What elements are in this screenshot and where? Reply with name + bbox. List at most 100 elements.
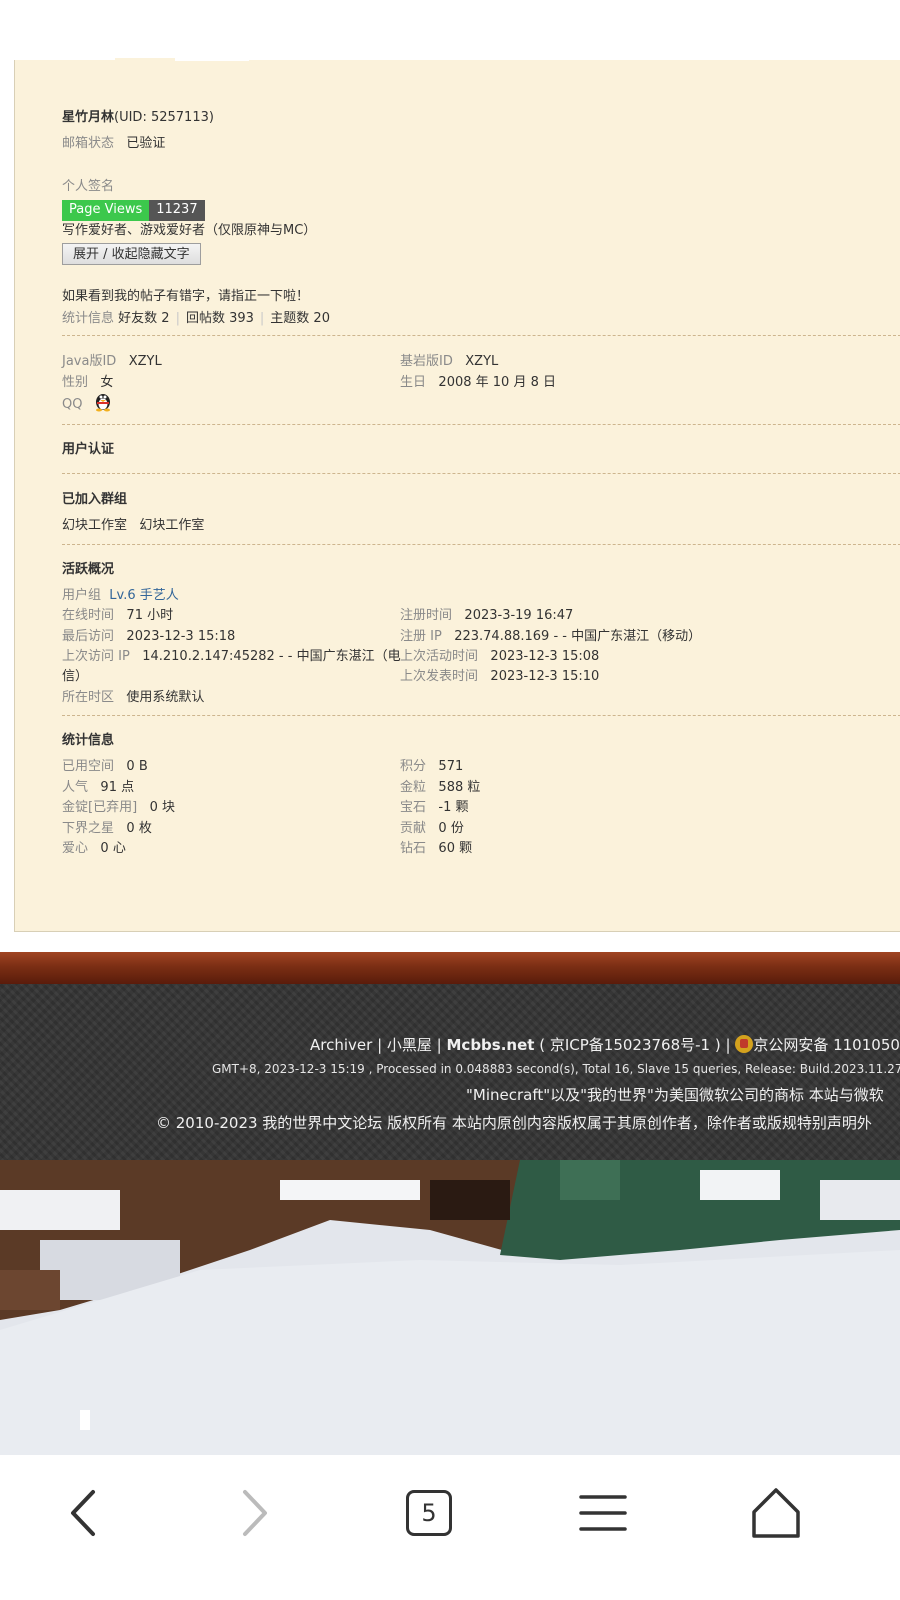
toggle-hidden-text-button[interactable]: 展开 / 收起隐藏文字 xyxy=(62,243,201,265)
qq-penguin-icon[interactable] xyxy=(93,390,113,416)
divider xyxy=(62,335,900,336)
usergroup-label: 用户组 xyxy=(62,588,102,603)
home-button[interactable] xyxy=(731,1475,821,1550)
usergroup-link[interactable]: Lv.6 手艺人 xyxy=(109,588,178,603)
stat-item: 人气 91 点 xyxy=(62,780,135,795)
divider xyxy=(62,473,900,474)
archiver-link[interactable]: Archiver xyxy=(310,1036,372,1054)
page-views-label: Page Views xyxy=(62,200,150,221)
stat-item: 宝石 -1 颗 xyxy=(400,800,469,815)
last-visit-label: 最后访问 xyxy=(62,629,115,644)
username-line: 星竹月林(UID: 5257113) xyxy=(62,106,214,125)
minecraft-snow-scene xyxy=(0,1160,900,1455)
last-ip: 上次访问 IP 14.210.2.147:45282 - - 中国广东湛江（电 xyxy=(62,645,401,664)
email-status: 邮箱状态 已验证 xyxy=(62,132,165,151)
stat-item: 已用空间 0 B xyxy=(62,759,148,774)
hidden-note: 如果看到我的帖子有错字，请指正一下啦！ xyxy=(62,289,310,304)
stat-item: 金粒 588 粒 xyxy=(400,780,481,795)
timezone: 所在时区 使用系统默认 xyxy=(62,686,204,705)
footer-trademark: "Minecraft"以及"我的世界"为美国微软公司的商标 本站与微软 xyxy=(466,1086,884,1104)
stats-summary: 统计信息 好友数 2 | 回帖数 393 | 主题数 20 xyxy=(62,311,330,326)
birthday-value: 2008 年 10 月 8 日 xyxy=(438,375,556,390)
divider xyxy=(62,424,900,425)
snow-scene-art xyxy=(0,1160,900,1455)
last-active-value: 2023-12-3 15:08 xyxy=(490,649,600,664)
site-footer: Archiver | 小黑屋 | Mcbbs.net ( 京ICP备150237… xyxy=(0,984,900,1160)
menu-icon xyxy=(579,1494,627,1531)
topics-count[interactable]: 主题数 20 xyxy=(270,311,330,326)
stat-item: 贡献 0 份 xyxy=(400,821,464,836)
groups-title: 已加入群组 xyxy=(62,492,128,507)
signature-label: 个人签名 xyxy=(62,179,115,194)
replies-count[interactable]: 回帖数 393 xyxy=(186,311,254,326)
forward-button[interactable] xyxy=(210,1475,300,1550)
register-ip-value: 223.74.88.169 - - 中国广东湛江（移动） xyxy=(454,629,702,644)
stat-item: 积分 571 xyxy=(400,759,464,774)
chevron-left-icon xyxy=(71,1489,95,1536)
icp-link[interactable]: ( 京ICP备15023768号-1 ) xyxy=(539,1036,721,1054)
blackhouse-link[interactable]: 小黑屋 xyxy=(387,1036,432,1054)
statistics-title: 统计信息 xyxy=(62,733,115,748)
gender-value: 女 xyxy=(100,375,114,390)
browser-top-area xyxy=(0,0,900,60)
usergroup: 用户组 Lv.6 手艺人 xyxy=(62,584,179,603)
last-ip-continued: 信） xyxy=(62,669,89,684)
tabs-button[interactable]: 5 xyxy=(384,1475,474,1550)
timezone-value: 使用系统默认 xyxy=(126,690,205,705)
chevron-right-icon xyxy=(243,1489,267,1536)
divider xyxy=(62,715,900,716)
menu-button[interactable] xyxy=(558,1475,648,1550)
stat-item: 金锭[已弃用] 0 块 xyxy=(62,800,175,815)
register-time-label: 注册时间 xyxy=(400,608,453,623)
email-status-label: 邮箱状态 xyxy=(62,136,115,151)
birthday-label: 生日 xyxy=(400,375,427,390)
gender: 性别 女 xyxy=(62,371,113,390)
site-link[interactable]: Mcbbs.net xyxy=(447,1036,535,1054)
browser-bottom-navbar: 5 xyxy=(0,1455,900,1600)
divider xyxy=(62,544,900,545)
tab-count: 5 xyxy=(406,1489,452,1536)
friends-count[interactable]: 好友数 2 xyxy=(118,311,169,326)
police-record-link[interactable]: 京公网安备 11010502 xyxy=(753,1036,900,1054)
page-views-count: 11237 xyxy=(149,200,205,221)
home-icon xyxy=(752,1487,800,1538)
group-item[interactable]: 幻块工作室 xyxy=(62,518,127,533)
stats-summary-label: 统计信息 xyxy=(62,311,115,326)
register-ip-label: 注册 IP xyxy=(400,629,442,644)
certification-title: 用户认证 xyxy=(62,442,115,457)
profile-panel: 星竹月林(UID: 5257113) 邮箱状态 已验证 个人签名 Page Vi… xyxy=(14,58,900,932)
bedrock-id-value: XZYL xyxy=(465,354,499,369)
java-id-value: XZYL xyxy=(128,354,162,369)
last-post-value: 2023-12-3 15:10 xyxy=(490,669,600,684)
last-active-label: 上次活动时间 xyxy=(400,649,479,664)
back-button[interactable] xyxy=(38,1475,128,1550)
gender-label: 性别 xyxy=(62,375,89,390)
bedrock-id-label: 基岩版ID xyxy=(400,354,453,369)
register-ip: 注册 IP 223.74.88.169 - - 中国广东湛江（移动） xyxy=(400,625,701,644)
register-time-value: 2023-3-19 16:47 xyxy=(464,608,574,623)
uid: (UID: 5257113) xyxy=(114,110,214,125)
footer-stats: GMT+8, 2023-12-3 15:19 , Processed in 0.… xyxy=(212,1062,900,1076)
last-active: 上次活动时间 2023-12-3 15:08 xyxy=(400,645,599,664)
footer-copyright: © 2010-2023 我的世界中文论坛 版权所有 本站内原创内容版权属于其原创… xyxy=(156,1114,872,1132)
footer-top-border xyxy=(0,952,900,984)
last-post: 上次发表时间 2023-12-3 15:10 xyxy=(400,665,599,684)
java-id: Java版ID XZYL xyxy=(62,350,162,369)
online-time: 在线时间 71 小时 xyxy=(62,604,173,623)
stat-item: 钻石 60 颗 xyxy=(400,841,473,856)
bedrock-id: 基岩版ID XZYL xyxy=(400,350,498,369)
java-id-label: Java版ID xyxy=(62,354,117,369)
last-ip-value: 14.210.2.147:45282 - - 中国广东湛江（电 xyxy=(142,649,401,664)
last-ip-label: 上次访问 IP xyxy=(62,649,130,664)
last-visit-value: 2023-12-3 15:18 xyxy=(126,629,236,644)
stat-item: 爱心 0 心 xyxy=(62,841,126,856)
email-status-value: 已验证 xyxy=(126,136,166,151)
birthday: 生日 2008 年 10 月 8 日 xyxy=(400,371,556,390)
last-post-label: 上次发表时间 xyxy=(400,669,479,684)
activity-title: 活跃概况 xyxy=(62,562,115,577)
qq-label: QQ xyxy=(62,397,83,412)
last-visit: 最后访问 2023-12-3 15:18 xyxy=(62,625,235,644)
page-views-badge: Page Views 11237 xyxy=(62,200,205,221)
username[interactable]: 星竹月林 xyxy=(62,110,114,125)
group-item[interactable]: 幻块工作室 xyxy=(139,518,204,533)
